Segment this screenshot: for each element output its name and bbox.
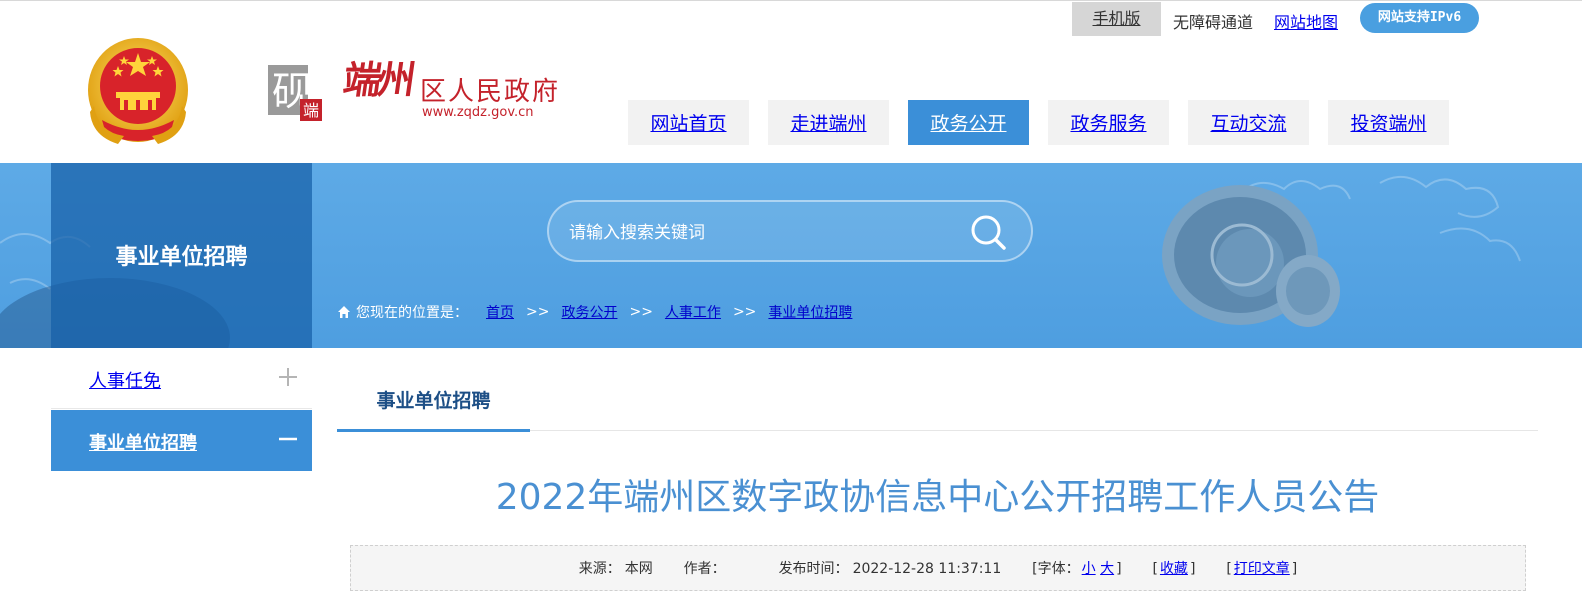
mobile-version-link[interactable]: 手机版	[1072, 2, 1161, 36]
logo-url: www.zqdz.gov.cn	[422, 105, 534, 120]
font-large-button[interactable]: 大	[1100, 561, 1114, 577]
breadcrumb-separator: >>	[526, 304, 550, 320]
nav-item-about[interactable]: 走进端州	[768, 100, 889, 145]
article-title: 2022年端州区数字政协信息中心公开招聘工作人员公告	[495, 477, 1380, 518]
tab-recruitment[interactable]: 事业单位招聘	[337, 376, 530, 432]
breadcrumb-gov-affairs[interactable]: 政务公开	[561, 302, 617, 322]
nav-item-services[interactable]: 政务服务	[1048, 100, 1169, 145]
sidebar-item-recruitment[interactable]: 事业单位招聘	[51, 410, 312, 471]
bracket-open: [	[1152, 561, 1158, 577]
bracket-close: ]	[1189, 561, 1196, 577]
sidebar-item-appointments[interactable]: 人事任免	[51, 348, 312, 409]
sidebar-item-label: 事业单位招聘	[89, 433, 197, 454]
nav-item-invest[interactable]: 投资端州	[1328, 100, 1449, 145]
svg-text:端: 端	[303, 101, 319, 120]
breadcrumb-prefix: 您现在的位置是：	[356, 305, 468, 321]
plus-icon[interactable]	[277, 366, 299, 388]
breadcrumb: 您现在的位置是： 首页 >> 政务公开 >> 人事工作 >> 事业单位招聘	[337, 302, 852, 322]
minus-icon[interactable]	[277, 428, 299, 450]
nav-item-home[interactable]: 网站首页	[628, 100, 749, 145]
page-banner: 事业单位招聘 您现在的位置是： 首页 >> 政务公开 >> 人事工作 >> 事业…	[0, 163, 1582, 348]
site-logo[interactable]: 砚 端 端州 区人民政府 www.zqdz.gov.cn	[266, 55, 566, 135]
print-button[interactable]: 打印文章	[1234, 561, 1290, 577]
published-label: 发布时间：	[778, 561, 849, 577]
author-label: 作者：	[683, 561, 726, 577]
logo-brush-text: 端州	[340, 57, 415, 102]
content-tab-bar: 事业单位招聘	[337, 376, 1538, 432]
nav-item-interaction[interactable]: 互动交流	[1188, 100, 1309, 145]
sidebar-item-label: 人事任免	[89, 371, 161, 392]
breadcrumb-recruitment[interactable]: 事业单位招聘	[768, 302, 852, 322]
accessibility-link[interactable]: 无障碍通道	[1173, 9, 1253, 33]
top-utility-bar: 手机版 无障碍通道 网站地图 网站支持IPv6	[0, 0, 1582, 37]
home-icon	[338, 306, 350, 318]
font-size-label: [字体：	[1032, 561, 1080, 577]
sitemap-link[interactable]: 网站地图	[1274, 9, 1338, 33]
published-value: 2022-12-28 11:37:11	[852, 561, 1002, 577]
nav-item-gov-affairs[interactable]: 政务公开	[908, 100, 1029, 145]
breadcrumb-home[interactable]: 首页	[486, 302, 514, 322]
section-title: 事业单位招聘	[115, 245, 248, 270]
breadcrumb-separator: >>	[732, 304, 757, 320]
favorite-button[interactable]: 收藏	[1160, 561, 1188, 577]
search-icon[interactable]	[969, 213, 1009, 253]
search-input[interactable]	[567, 216, 951, 250]
bracket-open: [	[1226, 561, 1232, 577]
national-emblem-icon	[88, 38, 188, 144]
article-meta-bar: 来源： 本网 作者： 发布时间： 2022-12-28 11:37:11 [字体：小…	[350, 545, 1526, 591]
bracket-close: ]	[1291, 561, 1298, 577]
inkstone-seal-icon: 砚 端	[268, 65, 322, 121]
source-label: 来源：	[578, 561, 621, 577]
source-value: 本网	[624, 561, 653, 577]
breadcrumb-personnel[interactable]: 人事工作	[665, 302, 721, 322]
section-title-panel: 事业单位招聘	[51, 163, 312, 348]
logo-title: 区人民政府	[420, 77, 561, 107]
ipv6-badge: 网站支持IPv6	[1360, 3, 1479, 33]
font-size-close: ]	[1116, 561, 1122, 577]
font-small-button[interactable]: 小	[1082, 561, 1096, 577]
search-box	[547, 200, 1033, 262]
breadcrumb-separator: >>	[629, 304, 653, 320]
